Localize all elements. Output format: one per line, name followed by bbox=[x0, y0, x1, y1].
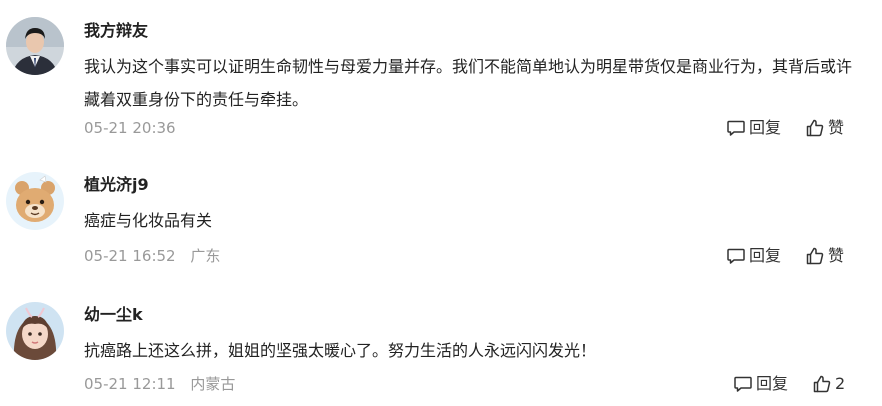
comment-icon bbox=[727, 120, 745, 136]
comment-meta: 05-21 20:36 bbox=[84, 117, 176, 139]
like-button[interactable]: 赞 bbox=[805, 117, 844, 139]
username[interactable]: 幼一尘k bbox=[84, 304, 143, 326]
comment-item: 植光济j9 癌症与化妆品有关 05-21 16:52 广东 回复 赞 bbox=[0, 150, 882, 280]
like-label: 赞 bbox=[828, 118, 845, 137]
thumbs-up-icon bbox=[806, 247, 824, 265]
comment-icon bbox=[727, 248, 745, 264]
reply-button[interactable]: 回复 bbox=[726, 245, 781, 267]
comment-meta: 05-21 12:11 内蒙古 bbox=[84, 373, 235, 395]
cartoon-bear-avatar-icon bbox=[6, 172, 64, 230]
thumbs-up-icon bbox=[806, 119, 824, 137]
comment-icon bbox=[734, 376, 752, 392]
comment-item: 我方辩友 我认为这个事实可以证明生命韧性与母爱力量并存。我们不能简单地认为明星带… bbox=[0, 0, 882, 150]
location: 内蒙古 bbox=[190, 375, 236, 393]
comment-item: 幼一尘k 抗癌路上还这么拼，姐姐的坚强太暖心了。努力生活的人永远闪闪发光！ 05… bbox=[0, 280, 882, 406]
timestamp: 05-21 16:52 bbox=[84, 247, 176, 265]
comment-text: 我认为这个事实可以证明生命韧性与母爱力量并存。我们不能简单地认为明星带货仅是商业… bbox=[84, 57, 853, 109]
reply-button[interactable]: 回复 bbox=[733, 373, 788, 395]
location: 广东 bbox=[190, 247, 221, 265]
user-avatar[interactable] bbox=[6, 17, 64, 75]
like-count: 2 bbox=[835, 374, 846, 393]
reply-label: 回复 bbox=[749, 246, 782, 265]
reply-button[interactable]: 回复 bbox=[726, 117, 781, 139]
like-label: 赞 bbox=[828, 246, 845, 265]
username[interactable]: 植光济j9 bbox=[84, 174, 149, 196]
user-avatar[interactable] bbox=[6, 302, 64, 360]
girl-photo-avatar-icon bbox=[6, 302, 64, 360]
user-avatar[interactable] bbox=[6, 172, 64, 230]
comment-text: 癌症与化妆品有关 bbox=[84, 211, 213, 230]
comment-text: 抗癌路上还这么拼，姐姐的坚强太暖心了。努力生活的人永远闪闪发光！ bbox=[84, 341, 597, 360]
reply-label: 回复 bbox=[749, 118, 782, 137]
like-button[interactable]: 2 bbox=[812, 373, 845, 395]
timestamp: 05-21 20:36 bbox=[84, 119, 176, 137]
timestamp: 05-21 12:11 bbox=[84, 375, 176, 393]
username[interactable]: 我方辩友 bbox=[84, 20, 148, 42]
comment-meta: 05-21 16:52 广东 bbox=[84, 245, 220, 267]
thumbs-up-icon bbox=[813, 375, 831, 393]
reply-label: 回复 bbox=[756, 374, 789, 393]
like-button[interactable]: 赞 bbox=[805, 245, 844, 267]
man-in-suit-avatar-icon bbox=[6, 17, 64, 75]
